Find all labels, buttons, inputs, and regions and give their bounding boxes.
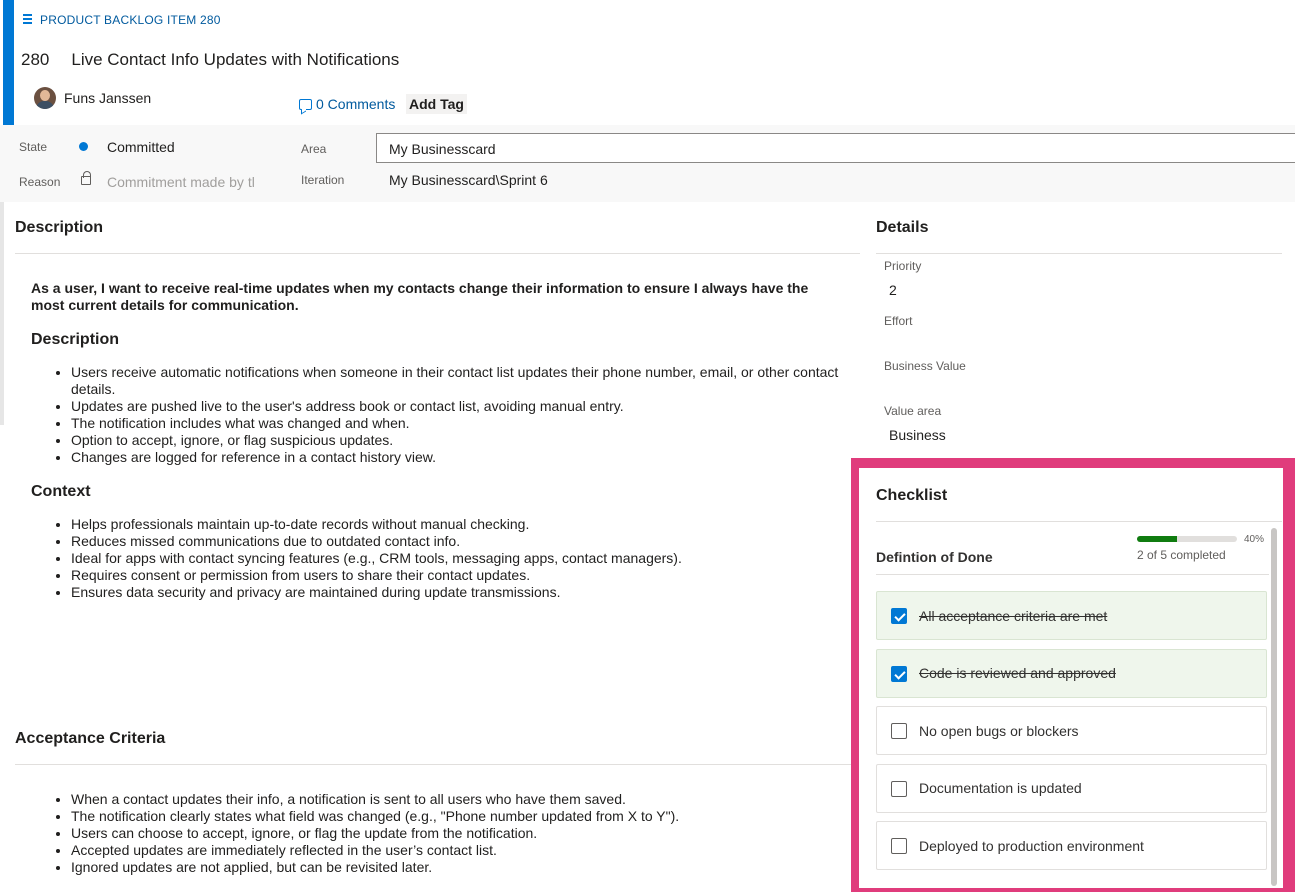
progress-percent: 40%: [1244, 534, 1265, 545]
user-story-text: As a user, I want to receive real-time u…: [31, 280, 809, 313]
state-dot-icon: [79, 142, 88, 151]
comment-icon: [299, 98, 312, 110]
context-subheading: Context: [31, 483, 91, 500]
work-item-type: PRODUCT BACKLOG ITEM 280: [22, 13, 221, 27]
state-label: State: [19, 140, 48, 154]
work-item-title-text[interactable]: Live Contact Info Updates with Notificat…: [71, 50, 399, 70]
list-item: The notification includes what was chang…: [71, 415, 841, 432]
priority-label: Priority: [884, 259, 922, 273]
list-item: Requires consent or permission from user…: [71, 567, 841, 584]
add-tag-button[interactable]: Add Tag: [406, 94, 467, 114]
work-item-color-bar: [3, 0, 14, 125]
list-item: Updates are pushed live to the user's ad…: [71, 398, 841, 415]
checklist-item[interactable]: Documentation is updated: [876, 763, 1267, 813]
progress-bar-fill: [1137, 536, 1177, 542]
list-item: Ideal for apps with contact syncing feat…: [71, 550, 841, 567]
work-item-type-label: PRODUCT BACKLOG ITEM 280: [40, 13, 221, 27]
list-item: When a contact updates their info, a not…: [71, 791, 841, 808]
acceptance-list: When a contact updates their info, a not…: [71, 791, 841, 876]
comments-count: 0 Comments: [316, 96, 396, 112]
priority-field[interactable]: 2: [889, 282, 897, 298]
list-item: Ignored updates are not applied, but can…: [71, 859, 841, 876]
checklist-item[interactable]: All acceptance criteria are met: [876, 591, 1267, 640]
business-value-label: Business Value: [884, 359, 966, 373]
description-list: Users receive automatic notifications wh…: [71, 364, 841, 466]
work-item-header: PRODUCT BACKLOG ITEM 280 280 Live Contac…: [14, 0, 1295, 125]
backlog-item-icon: [22, 13, 34, 27]
details-heading: Details: [876, 219, 929, 236]
state-dropdown[interactable]: Committed: [107, 139, 175, 155]
description-editor[interactable]: As a user, I want to receive real-time u…: [31, 280, 841, 601]
context-list: Helps professionals maintain up-to-date …: [71, 516, 841, 601]
divider: [876, 253, 1282, 254]
effort-label: Effort: [884, 314, 913, 328]
work-item-id: 280: [21, 50, 50, 69]
comments-link[interactable]: 0 Comments: [299, 96, 395, 112]
progress-bar: [1137, 536, 1237, 542]
divider: [15, 764, 851, 765]
work-item-page: PRODUCT BACKLOG ITEM 280 280 Live Contac…: [0, 0, 1295, 892]
checklist-item-label: Documentation is updated: [919, 780, 1082, 796]
checklist-highlight: Checklist Defintion of Done 40% 2 of 5 c…: [851, 458, 1295, 892]
area-field[interactable]: My Businesscard: [376, 133, 1295, 163]
list-item: The notification clearly states what fie…: [71, 808, 841, 825]
list-item: Users can choose to accept, ignore, or f…: [71, 825, 841, 842]
checklist-item[interactable]: No open bugs or blockers: [876, 706, 1267, 755]
progress-summary: 2 of 5 completed: [1137, 548, 1226, 562]
iteration-field[interactable]: My Businesscard\Sprint 6: [389, 172, 548, 188]
checklist-heading: Checklist: [876, 487, 948, 504]
value-area-field[interactable]: Business: [889, 427, 946, 443]
checklist-item-label: No open bugs or blockers: [919, 722, 1079, 739]
checkbox[interactable]: [891, 665, 907, 682]
assignee[interactable]: Funs Janssen: [34, 87, 151, 109]
description-subheading: Description: [31, 331, 120, 348]
reason-field: Commitment made by tl: [107, 174, 255, 190]
checkbox[interactable]: [891, 780, 907, 797]
list-item: Ensures data security and privacy are ma…: [71, 584, 841, 601]
checkbox[interactable]: [891, 838, 907, 854]
divider: [15, 253, 860, 254]
list-item: Users receive automatic notifications wh…: [71, 364, 841, 398]
checklist-item-label: Deployed to production environment: [919, 837, 1144, 854]
checklist-group-title: Defintion of Done: [876, 549, 993, 565]
acceptance-editor[interactable]: When a contact updates their info, a not…: [31, 791, 841, 876]
area-label: Area: [301, 142, 327, 156]
checkbox[interactable]: [891, 723, 907, 739]
checklist-item-label: All acceptance criteria are met: [919, 607, 1108, 624]
divider: [876, 521, 1282, 522]
lock-icon: [81, 171, 91, 185]
checklist-item[interactable]: Deployed to production environment: [876, 821, 1267, 870]
avatar: [34, 87, 56, 109]
checkbox[interactable]: [891, 608, 907, 624]
checklist-scrollbar[interactable]: [1271, 528, 1277, 886]
list-item: Option to accept, ignore, or flag suspic…: [71, 432, 841, 449]
iteration-label: Iteration: [301, 173, 345, 187]
list-item: Helps professionals maintain up-to-date …: [71, 516, 841, 533]
list-item: Accepted updates are immediately reflect…: [71, 842, 841, 859]
fields-band: State Committed Reason Commitment made b…: [0, 125, 1295, 202]
checklist-panel: Checklist Defintion of Done 40% 2 of 5 c…: [859, 468, 1283, 888]
description-heading: Description: [15, 219, 104, 236]
value-area-label: Value area: [884, 404, 942, 418]
assignee-name: Funs Janssen: [64, 90, 152, 106]
checklist-item[interactable]: Code is reviewed and approved: [876, 648, 1267, 698]
checklist-item-label: Code is reviewed and approved: [919, 665, 1116, 681]
checklist-items: All acceptance criteria are met Code is …: [876, 591, 1267, 879]
list-item: Changes are logged for reference in a co…: [71, 449, 841, 466]
list-item: Reduces missed communications due to out…: [71, 533, 841, 550]
acceptance-heading: Acceptance Criteria: [15, 730, 166, 747]
reason-label: Reason: [19, 175, 61, 189]
divider: [876, 574, 1269, 575]
work-item-title[interactable]: 280 Live Contact Info Updates with Notif…: [21, 50, 399, 70]
